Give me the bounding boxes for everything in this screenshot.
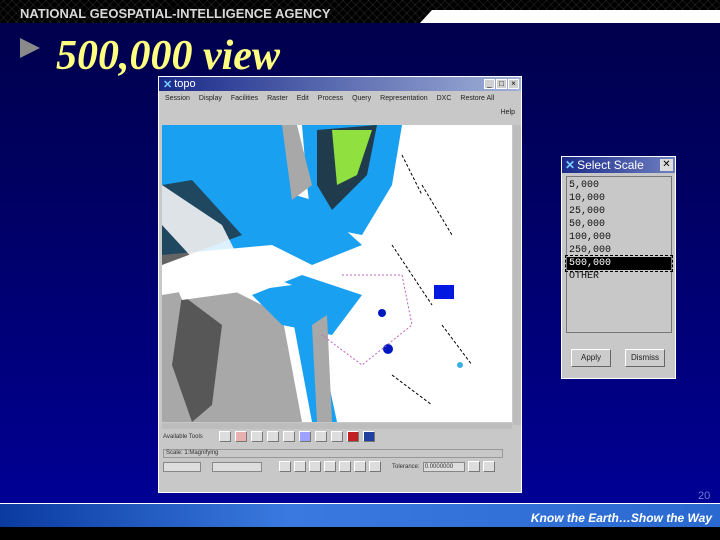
map-horizontal-scrollbar[interactable] [162, 423, 512, 429]
pan-up-icon[interactable] [324, 461, 336, 472]
maximize-button[interactable]: □ [496, 79, 507, 89]
tool-draw-line-icon[interactable] [250, 431, 263, 442]
scale-option[interactable]: 50,000 [567, 218, 671, 231]
tolerance-label: Tolerance: [392, 463, 420, 470]
menu-help[interactable]: Help [159, 102, 521, 116]
pointer-icon[interactable] [279, 461, 291, 472]
map-canvas[interactable] [162, 125, 512, 422]
map-vertical-scrollbar[interactable] [513, 125, 521, 425]
zoom-in-icon[interactable] [354, 461, 366, 472]
tool-erase-icon[interactable] [234, 431, 247, 442]
dialog-title: Select Scale [577, 158, 644, 172]
scale-option[interactable]: 100,000 [567, 231, 671, 244]
scale-option-selected[interactable]: 500,000 [565, 255, 673, 272]
menu-session[interactable]: Session [165, 95, 190, 102]
controls-row: Tolerance: 0.0000000 [163, 461, 495, 472]
x-logo-icon: ✕ [565, 158, 576, 172]
copy-icon[interactable] [294, 461, 306, 472]
menu-edit[interactable]: Edit [297, 95, 309, 102]
tool-grid-color-icon[interactable] [346, 431, 359, 442]
dismiss-button[interactable]: Dismiss [625, 349, 665, 367]
status-line: Scale: 1:Magnifying [163, 449, 503, 458]
pan-right-icon[interactable] [339, 461, 351, 472]
dialog-close-button[interactable]: ✕ [660, 159, 673, 171]
footer-band: Know the Earth…Show the Way [0, 503, 720, 527]
header-band [420, 10, 720, 23]
tools-label: Available Tools [163, 433, 203, 440]
zoom-out-icon[interactable] [369, 461, 381, 472]
window-title: topo [174, 78, 196, 90]
frame-icon[interactable] [467, 461, 480, 472]
tool-layer-icon[interactable] [362, 431, 375, 442]
header-bar: NATIONAL GEOSPATIAL-INTELLIGENCE AGENCY [0, 0, 720, 23]
slide-title: 500,000 view [56, 33, 280, 79]
grid-icon[interactable] [482, 461, 495, 472]
apply-button[interactable]: Apply [571, 349, 611, 367]
tool-split-icon[interactable] [282, 431, 295, 442]
menu-raster[interactable]: Raster [267, 95, 288, 102]
tool-move-icon[interactable] [266, 431, 279, 442]
scale-option[interactable]: 10,000 [567, 192, 671, 205]
input-field[interactable] [212, 461, 262, 472]
menu-display[interactable]: Display [199, 95, 222, 102]
page-number: 20 [698, 490, 711, 502]
tool-window-icon[interactable] [330, 431, 343, 442]
bullet-arrow-icon [20, 38, 40, 58]
tools-bar: Available Tools [163, 431, 375, 442]
dialog-titlebar: ✕ Select Scale ✕ [562, 157, 675, 173]
scale-list[interactable]: 5,000 10,000 25,000 50,000 100,000 250,0… [565, 176, 673, 333]
topo-window: ✕ topo _ □ × Session Display Facilities Ra… [158, 76, 522, 493]
tool-edit-icon[interactable] [298, 431, 311, 442]
tolerance-field[interactable]: 0.0000000 [422, 461, 465, 472]
menu-restore-all[interactable]: Restore All [460, 95, 494, 102]
scale-option[interactable]: OTHER [567, 270, 671, 283]
menu-facilities[interactable]: Facilities [231, 95, 258, 102]
value-field[interactable] [163, 461, 201, 472]
minimize-button[interactable]: _ [484, 79, 495, 89]
tool-select-icon[interactable] [314, 431, 327, 442]
scale-option[interactable]: 25,000 [567, 205, 671, 218]
menu-query[interactable]: Query [352, 95, 371, 102]
menu-process[interactable]: Process [318, 95, 343, 102]
bottom-bar [0, 527, 720, 540]
pan-left-icon[interactable] [309, 461, 321, 472]
menu-bar: Session Display Facilities Raster Edit P… [159, 91, 521, 102]
menu-representation[interactable]: Representation [380, 95, 427, 102]
menu-dxc[interactable]: DXC [437, 95, 452, 102]
scale-option[interactable]: 250,000 [567, 244, 671, 257]
select-scale-dialog: ✕ Select Scale ✕ 5,000 10,000 25,000 50,… [561, 156, 676, 379]
slogan: Know the Earth…Show the Way [530, 511, 712, 525]
agency-name: NATIONAL GEOSPATIAL-INTELLIGENCE AGENCY [20, 6, 331, 21]
scale-option[interactable]: 5,000 [567, 179, 671, 192]
x-logo-icon: ✕ [163, 78, 173, 91]
close-button[interactable]: × [508, 79, 519, 89]
window-titlebar: ✕ topo _ □ × [159, 77, 521, 91]
tool-power-icon[interactable] [218, 431, 231, 442]
